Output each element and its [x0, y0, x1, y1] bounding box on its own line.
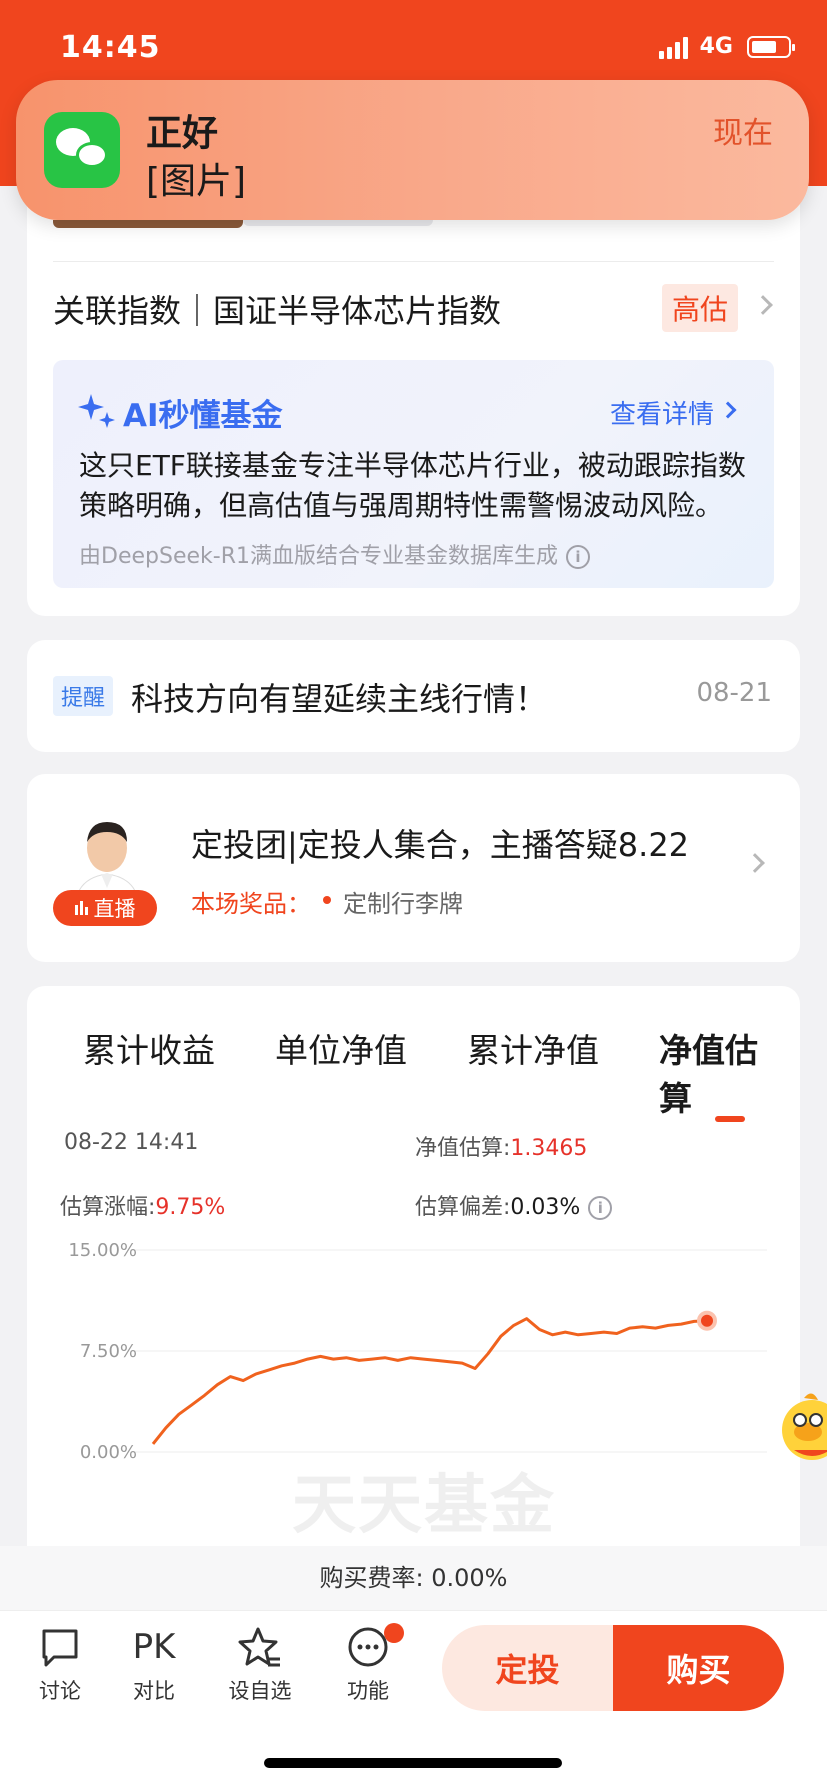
related-index-label[interactable]: 关联指数｜国证半导体芯片指数: [53, 286, 501, 332]
watermark: 天天基金: [292, 1468, 556, 1543]
tab-stub: [53, 220, 243, 228]
live-bars-icon: [74, 901, 88, 915]
wechat-icon: [44, 112, 120, 188]
ai-summary-text: 这只ETF联接基金专注半导体芯片行业，被动跟踪指数策略明确，但高估值与强周期特性…: [79, 449, 746, 522]
bullet-dot: [323, 896, 331, 904]
mascot-icon[interactable]: [778, 1388, 827, 1464]
notification-dot: [384, 1623, 404, 1643]
notification-sender: 正好: [146, 113, 219, 154]
chevron-right-icon[interactable]: [753, 295, 773, 315]
nav-chart-card: 累计收益 单位净值 累计净值 净值估算 08-22 14:41 净值估算:1.3…: [27, 986, 800, 1546]
valuation-badge: 高估: [661, 284, 738, 332]
series-end-marker: [697, 1310, 717, 1331]
sparkle-icon: [78, 394, 115, 428]
add-watchlist-label: 设自选: [228, 1679, 292, 1703]
chat-bubble-icon: [42, 1629, 78, 1667]
discussion-button[interactable]: 讨论: [20, 1625, 100, 1705]
home-area: [0, 1716, 827, 1789]
purchase-fee: 购买费率: 0.00%: [0, 1546, 827, 1610]
reminder-tag: 提醒: [53, 676, 114, 716]
chevron-right-icon[interactable]: [719, 401, 737, 419]
status-indicators: 4G: [658, 34, 795, 59]
prize-text: 定制行李牌: [343, 890, 463, 918]
info-icon[interactable]: i: [565, 545, 590, 569]
wechat-notification[interactable]: 正好 [图片] 现在: [16, 80, 809, 220]
live-card[interactable]: 直播 定投团|定投人集合，主播答疑8.22 本场奖品： 定制行李牌: [27, 774, 800, 962]
home-indicator[interactable]: [264, 1758, 562, 1768]
compare-button[interactable]: PK 对比: [114, 1625, 194, 1705]
ai-source-text: 由DeepSeek-R1满血版结合专业基金数据库生成: [79, 544, 558, 569]
star-add-icon: [238, 1627, 280, 1667]
trade-buttons: 定投 购买: [442, 1625, 784, 1711]
reminder-card[interactable]: 提醒 科技方向有望延续主线行情！ 08-21: [27, 640, 800, 752]
reminder-text: 科技方向有望延续主线行情！: [131, 680, 548, 718]
series-line: [151, 1317, 708, 1445]
chart-y-axis: 15.00% 7.50% 0.00%: [68, 1240, 137, 1463]
chevron-right-icon[interactable]: [745, 853, 765, 873]
ai-summary-box[interactable]: AI秒懂基金 查看详情 这只ETF联接基金专注半导体芯片行业，被动跟踪指数策略明…: [53, 360, 774, 588]
bottom-action-bar: 讨论 PK 对比 设自选 功能 定投 购买: [0, 1610, 827, 1716]
divider: [53, 261, 774, 262]
y-tick-label: 15.00%: [68, 1240, 137, 1261]
status-time: 14:45: [60, 30, 161, 65]
prize-label: 本场奖品：: [191, 890, 311, 918]
ai-title: AI秒懂基金: [123, 398, 283, 434]
ai-source-note: 由DeepSeek-R1满血版结合专业基金数据库生成 i: [79, 538, 590, 570]
y-tick-label: 7.50%: [80, 1341, 137, 1362]
view-details-link[interactable]: 查看详情: [610, 394, 714, 431]
compare-label: 对比: [133, 1679, 175, 1703]
battery-icon: [747, 35, 795, 58]
notification-time: 现在: [713, 116, 773, 151]
functions-label: 功能: [347, 1679, 389, 1703]
discussion-label: 讨论: [39, 1679, 81, 1703]
notification-message: [图片]: [146, 161, 247, 202]
network-label: 4G: [699, 34, 733, 59]
reminder-date: 08-21: [696, 678, 772, 708]
regular-investment-button[interactable]: 定投: [442, 1625, 613, 1711]
live-badge-label: 直播: [93, 897, 136, 921]
chart-grid: [131, 1249, 767, 1453]
pk-icon: PK: [132, 1627, 176, 1667]
signal-icon: [658, 35, 688, 59]
y-tick-label: 0.00%: [80, 1442, 137, 1463]
fund-summary-card: 关联指数｜国证半导体芯片指数 高估 AI秒懂基金 查看详情 这只ETF联接基金专…: [27, 160, 800, 616]
add-watchlist-button[interactable]: 设自选: [220, 1625, 300, 1705]
live-badge: 直播: [53, 890, 157, 926]
tab-stub: [243, 220, 433, 226]
buy-button[interactable]: 购买: [613, 1625, 784, 1711]
functions-button[interactable]: 功能: [328, 1623, 408, 1705]
live-title: 定投团|定投人集合，主播答疑8.22: [191, 826, 690, 864]
